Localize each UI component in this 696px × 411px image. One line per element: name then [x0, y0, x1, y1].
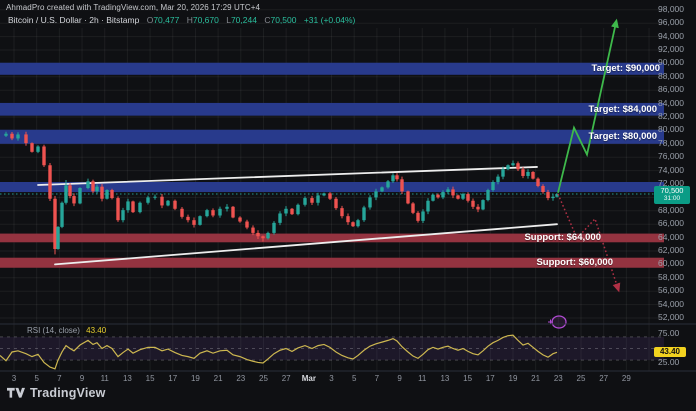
rsi-axis-label: 25.00	[658, 358, 679, 367]
price-axis-label: 54,000	[658, 300, 684, 309]
ohlc-open-value: 70,477	[153, 15, 179, 25]
symbol-row: Bitcoin / U.S. Dollar · 2h · Bitstamp O7…	[8, 15, 355, 25]
tradingview-logo-text: TradingView	[30, 386, 106, 400]
price-axis-label: 76,000	[658, 152, 684, 161]
tradingview-logo[interactable]: TradingView	[7, 386, 106, 400]
resistance-band-label: Target: $80,000	[589, 131, 657, 142]
price-axis-label: 64,000	[658, 233, 684, 242]
price-axis-label: 60,000	[658, 259, 684, 268]
price-axis-label: 98,000	[658, 5, 684, 14]
price-axis-label: 86,000	[658, 85, 684, 94]
resistance-band-label: Target: $84,000	[589, 104, 657, 115]
cursor-circle-annotation	[552, 316, 566, 328]
rsi-axis-label: 75.00	[658, 329, 679, 338]
price-axis-label: 96,000	[658, 18, 684, 27]
tradingview-logo-icon	[7, 387, 25, 399]
time-axis-label: 29	[613, 374, 639, 384]
resistance-band	[0, 130, 664, 144]
rsi-indicator-label[interactable]: RSI (14, close) 43.40	[27, 326, 106, 335]
chart-canvas[interactable]	[0, 0, 696, 411]
price-axis-label: 66,000	[658, 219, 684, 228]
rsi-label-text: RSI (14, close)	[27, 326, 80, 335]
price-axis-label: 52,000	[658, 313, 684, 322]
resistance-band	[0, 63, 664, 75]
ohlc-high-value: 70,670	[193, 15, 219, 25]
price-axis-label: 78,000	[658, 139, 684, 148]
attribution-text: AhmadPro created with TradingView.com, M…	[6, 3, 260, 12]
price-axis-label: 90,000	[658, 58, 684, 67]
symbol-title[interactable]: Bitcoin / U.S. Dollar · 2h · Bitstamp	[8, 15, 139, 25]
price-axis-label: 92,000	[658, 45, 684, 54]
price-axis-label: 74,000	[658, 166, 684, 175]
price-axis-label: 58,000	[658, 273, 684, 282]
price-axis-label: 94,000	[658, 32, 684, 41]
bar-countdown: 31:00	[654, 195, 690, 203]
current-price-value: 70,500	[654, 187, 690, 195]
ohlc-low-value: 70,244	[231, 15, 257, 25]
resistance-band	[0, 103, 664, 116]
rsi-label-value: 43.40	[86, 326, 106, 335]
price-axis-label: 88,000	[658, 72, 684, 81]
support-band-label: Support: $64,000	[524, 232, 601, 243]
price-axis-label: 56,000	[658, 286, 684, 295]
ohlc-close-value: 70,500	[270, 15, 296, 25]
support-band-label: Support: $60,000	[536, 257, 613, 268]
price-axis-label: 68,000	[658, 206, 684, 215]
current-price-tag: 70,500 31:00	[654, 186, 690, 204]
price-axis-label: 62,000	[658, 246, 684, 255]
price-axis-label: 84,000	[658, 99, 684, 108]
rsi-value-tag: 43.40	[654, 347, 686, 357]
price-axis-label: 82,000	[658, 112, 684, 121]
tradingview-chart-snapshot: AhmadPro created with TradingView.com, M…	[0, 0, 696, 411]
resistance-band-label: Target: $90,000	[592, 63, 660, 74]
price-axis-label: 80,000	[658, 125, 684, 134]
change-value: +31 (+0.04%)	[304, 15, 356, 25]
